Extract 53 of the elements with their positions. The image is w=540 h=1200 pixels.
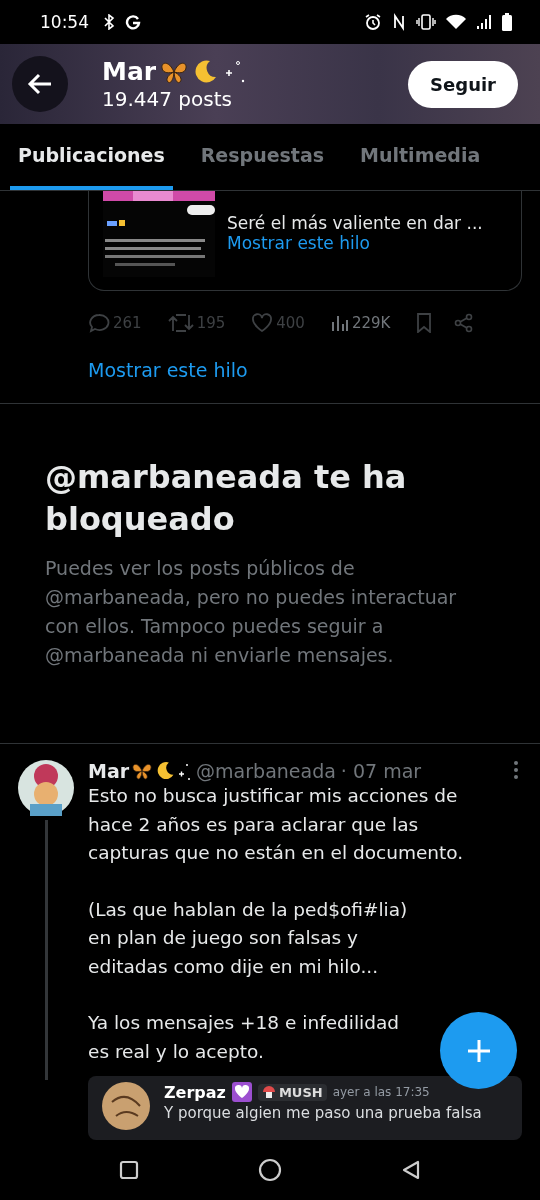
quoted-post-card[interactable]: Seré el más valiente en dar ... Mostrar este hilo (88, 191, 522, 291)
repost-icon (167, 313, 194, 333)
recents-icon[interactable] (119, 1160, 140, 1180)
speech-bubble-icon (88, 313, 110, 333)
google-icon (125, 14, 141, 30)
post-count: 19.447 posts (102, 87, 233, 111)
sparkles-icon (177, 761, 192, 781)
show-thread-link[interactable]: Mostrar este hilo (88, 359, 248, 381)
message-text: Y porque algien me paso una prueba falsa (164, 1104, 482, 1122)
show-thread-link[interactable]: Mostrar este hilo (227, 232, 483, 253)
bluetooth-icon (103, 14, 115, 30)
alarm-icon (364, 13, 382, 31)
tab[interactable]: Multimedia (352, 124, 489, 190)
quoted-post-text: Seré el más valiente en dar ... (227, 212, 483, 233)
post-text: (Las que hablan de la ped$ofi#lia) en plan de juego son falsas y editadas como dije en mi hilo... (88, 897, 408, 979)
plus-icon (466, 1038, 491, 1063)
butterfly-icon (160, 60, 189, 84)
back-icon[interactable] (400, 1160, 421, 1180)
post-text: Esto no busca justificar mis acciones de hace 2 años es para aclarar que las capturas que no están en el documento. (88, 784, 465, 865)
more-options-button[interactable] (512, 760, 520, 782)
avatar[interactable] (18, 760, 74, 816)
profile-name: Mar (102, 57, 157, 87)
blocked-title: @marbaneada te ha bloqueado (45, 457, 408, 540)
clock: 10:54 (40, 12, 89, 32)
mushroom-icon (261, 1085, 276, 1099)
role-name: MUSH (278, 1084, 323, 1100)
avatar (102, 1082, 150, 1130)
tab[interactable]: Respuestas (192, 124, 333, 190)
author-handle: @marbaneada (196, 760, 336, 782)
nfc-icon (392, 13, 406, 31)
vibrate-icon (416, 14, 436, 30)
heart-icon (251, 313, 274, 333)
message-author: Zerpaz (164, 1082, 226, 1102)
message-time: ayer a las 17:35 (332, 1085, 430, 1099)
back-button[interactable] (12, 56, 68, 112)
back-arrow-icon (27, 73, 53, 95)
share-icon (454, 313, 475, 333)
wifi-icon (446, 14, 466, 30)
views-button[interactable]: 229K (330, 314, 391, 332)
battery-icon (502, 13, 512, 31)
post-text: Ya los mensajes +18 e infedilidad es real y lo acepto. (88, 1011, 400, 1064)
blocked-message: Puedes ver los posts públicos de @marbaneada, pero no puedes interactuar con ellos. Tampoco puedes seguir a @marbaneada ni enviarle mensajes. (45, 556, 458, 668)
butterfly-icon (131, 762, 154, 780)
bar-chart-icon (330, 314, 349, 332)
bookmark-icon (416, 313, 433, 333)
moon-icon (192, 59, 219, 85)
home-icon[interactable] (258, 1158, 282, 1182)
author-name: Mar (88, 760, 130, 782)
signal-icon (476, 14, 492, 30)
follow-button[interactable]: Seguir (408, 60, 518, 108)
moon-icon (155, 761, 176, 781)
post-date: · 07 mar (340, 760, 422, 782)
more-icon (514, 760, 518, 779)
